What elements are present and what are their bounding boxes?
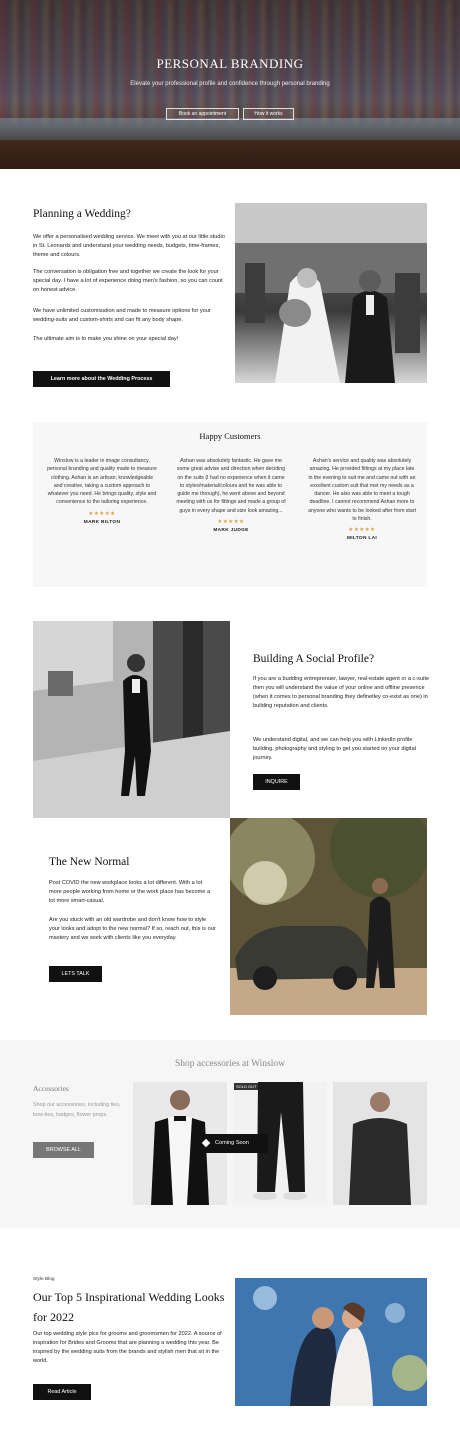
sold-out-badge: SOLD OUT bbox=[234, 1083, 259, 1090]
book-appointment-button[interactable]: Book an appointment bbox=[166, 108, 239, 120]
wedding-paragraph-1: We offer a personalised wedding service.… bbox=[33, 234, 225, 258]
testimonial-text: Winslow is a leader in image consultancy… bbox=[47, 458, 157, 506]
street-man-photo bbox=[33, 621, 230, 818]
wedding-title: Planning a Wedding? bbox=[33, 208, 131, 220]
how-it-works-button[interactable]: How it works bbox=[243, 108, 294, 120]
browse-all-button[interactable]: BROWSE ALL bbox=[33, 1142, 94, 1158]
vintage-car-photo bbox=[230, 818, 427, 1015]
coming-soon-label: Coming Soon bbox=[193, 1134, 268, 1153]
inquire-button[interactable]: INQUIRE bbox=[253, 774, 300, 790]
diamond-icon bbox=[201, 1138, 211, 1148]
star-rating: ★★★★★ bbox=[88, 510, 116, 517]
wedding-paragraph-3: We have unlimited customisation and made… bbox=[33, 308, 211, 323]
accessories-heading: Shop accessories at Winslow bbox=[175, 1059, 285, 1069]
new-normal-paragraph-2: Are you stuck with an old wardrobe and d… bbox=[49, 917, 216, 941]
testimonial-name: MARK JUDGE bbox=[213, 528, 249, 534]
wedding-paragraph-4: The ultimate aim is to make you shine on… bbox=[33, 336, 179, 342]
coming-soon-text: Coming Soon bbox=[215, 1140, 249, 1146]
testimonial-name: MARK BILTON bbox=[83, 519, 121, 525]
blog-couple-photo[interactable] bbox=[235, 1278, 427, 1406]
product-card-shirt[interactable] bbox=[333, 1082, 427, 1205]
blog-tag: Style Blog bbox=[33, 1277, 55, 1282]
testimonials-title: Happy Customers bbox=[199, 431, 261, 441]
social-paragraph-2: We understand digital, and we can help y… bbox=[253, 737, 416, 761]
testimonial-name: MILTON LAI bbox=[346, 536, 377, 542]
new-normal-paragraph-1: Post COVID the new workplace looks a lot… bbox=[49, 880, 211, 904]
testimonial-card: Winslow is a leader in image consultancy… bbox=[47, 457, 157, 525]
new-normal-title: The New Normal bbox=[49, 856, 130, 868]
hero-banner: PERSONAL BRANDING Elevate your professio… bbox=[0, 0, 460, 169]
social-title: Building A Social Profile? bbox=[253, 653, 375, 665]
testimonial-text: Ashan's service and quality was absolute… bbox=[308, 458, 416, 523]
blog-excerpt: Our top wedding style pics for grooms an… bbox=[33, 1331, 222, 1364]
blog-title[interactable]: Our Top 5 Inspirational Wedding Looks fo… bbox=[33, 1287, 233, 1327]
read-article-button[interactable]: Read Article bbox=[33, 1384, 91, 1400]
star-rating: ★★★★★ bbox=[348, 527, 376, 534]
star-rating: ★★★★★ bbox=[217, 519, 245, 526]
lets-talk-button[interactable]: LETS TALK bbox=[49, 966, 102, 982]
hero-title: PERSONAL BRANDING bbox=[156, 56, 304, 71]
testimonial-text: Ashan was absolutely fantastic. He gave … bbox=[176, 458, 286, 514]
wedding-process-button[interactable]: Learn more about the Wedding Process bbox=[33, 371, 170, 387]
accessories-side-text: Shop our accessories, including ties, bo… bbox=[33, 1102, 121, 1118]
wedding-paragraph-2: The conversation is obligation free and … bbox=[33, 269, 223, 293]
social-paragraph-1: If you are a budding entreprenuer, lawye… bbox=[253, 676, 429, 709]
wedding-couple-photo bbox=[235, 203, 427, 383]
testimonial-card: Ashan's service and quality was absolute… bbox=[307, 457, 417, 541]
testimonial-card: Ashan was absolutely fantastic. He gave … bbox=[176, 457, 286, 533]
accessories-side-title: Accessories bbox=[33, 1084, 69, 1093]
hero-subtitle: Elevate your professional profile and co… bbox=[130, 81, 330, 87]
